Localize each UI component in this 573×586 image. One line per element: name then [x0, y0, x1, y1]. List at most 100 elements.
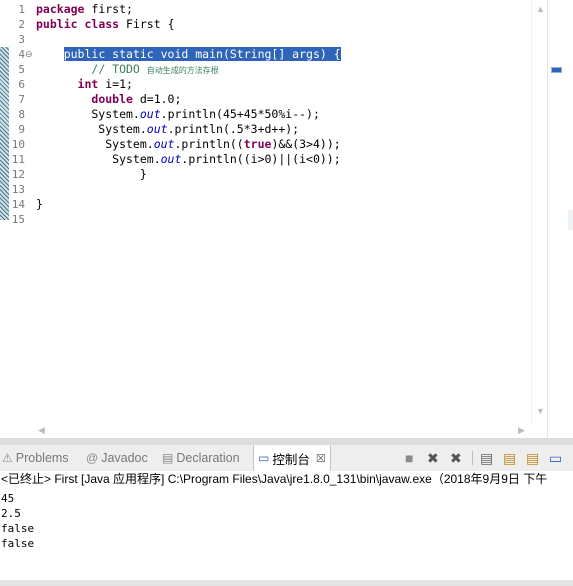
- close-icon[interactable]: ☒: [316, 452, 326, 465]
- code-token: package: [36, 2, 85, 16]
- line-number: 1: [18, 3, 25, 16]
- bottom-border: [0, 580, 573, 586]
- console-output[interactable]: <已终止> First [Java 应用程序] C:\Program Files…: [0, 471, 573, 580]
- scroll-lock-icon[interactable]: ▤: [503, 445, 516, 471]
- code-token: out: [139, 107, 161, 121]
- code-token: out: [146, 122, 168, 136]
- code-token: // TODO: [91, 62, 147, 76]
- code-token: First {: [119, 17, 175, 31]
- scroll-left-arrow-icon[interactable]: ◀: [38, 425, 45, 436]
- code-token: .println((: [174, 137, 244, 151]
- code-token: .println(45+45*50%i--);: [160, 107, 320, 121]
- line-number: 12: [11, 168, 25, 181]
- tab-console[interactable]: ▭ 控制台 ☒: [253, 445, 331, 471]
- bottom-panel-tabbar: ⚠ Problems @ Javadoc ▤ Declaration ▭ 控制台…: [0, 445, 573, 472]
- scroll-right-arrow-icon[interactable]: ▶: [518, 425, 525, 436]
- tab-label: Declaration: [176, 451, 240, 465]
- ruler-edge: [568, 210, 573, 230]
- code-line: public static void main(String[] args) {: [36, 47, 341, 62]
- scroll-down-arrow-icon[interactable]: ▼: [536, 406, 545, 416]
- panel-splitter[interactable]: [0, 438, 573, 445]
- code-line: package first;: [36, 2, 133, 17]
- fold-collapse-icon[interactable]: ⊖: [25, 47, 33, 62]
- tab-problems[interactable]: ⚠ Problems: [2, 445, 69, 471]
- line-number: 10: [11, 138, 25, 151]
- code-token: class: [84, 17, 120, 31]
- code-line: System.out.println(.5*3+d++);: [36, 122, 299, 137]
- line-number: 7: [18, 93, 25, 106]
- code-token: System.: [36, 107, 140, 121]
- code-token: 自动生成的方法存根: [146, 66, 219, 75]
- code-line: System.out.println(45+45*50%i--);: [36, 107, 320, 122]
- toolbar-separator: [472, 451, 473, 465]
- display-selected-console-icon[interactable]: ▭: [549, 445, 562, 471]
- tab-label: 控制台: [272, 452, 310, 467]
- line-number: 8: [18, 108, 25, 121]
- scroll-up-arrow-icon[interactable]: ▲: [536, 4, 545, 14]
- code-line: }: [36, 167, 147, 182]
- code-token: )&&(3>4));: [271, 137, 341, 151]
- terminate-icon[interactable]: ■: [405, 445, 413, 471]
- code-line: int i=1;: [36, 77, 133, 92]
- code-token: i=1;: [98, 77, 133, 91]
- tab-declaration[interactable]: ▤ Declaration: [162, 445, 240, 471]
- code-line: public class First {: [36, 17, 175, 32]
- occurrence-marker[interactable]: [551, 67, 562, 73]
- code-editor[interactable]: 1 2 3 4 5 6 7 8 9 10 11 12 13 14 15 ⊖ package first; pu…: [0, 0, 548, 438]
- line-number: 9: [18, 123, 25, 136]
- code-token: }: [36, 197, 43, 211]
- code-line: System.out.println((i>0)||(i<0));: [36, 152, 341, 167]
- code-line: // TODO 自动生成的方法存根: [36, 62, 219, 78]
- code-token: System.: [36, 122, 147, 136]
- code-token: .println((i>0)||(i<0));: [181, 152, 341, 166]
- line-number: 2: [18, 18, 25, 31]
- line-number: 13: [11, 183, 25, 196]
- editor-horizontal-scrollbar[interactable]: ◀ ▶: [36, 422, 531, 438]
- overview-ruler[interactable]: [547, 0, 573, 438]
- line-number: 3: [18, 33, 25, 46]
- code-token: double: [91, 92, 133, 106]
- line-number-gutter: 1 2 3 4 5 6 7 8 9 10 11 12 13 14 15 ⊖: [9, 0, 33, 438]
- at-icon: @: [86, 451, 99, 465]
- line-number: 11: [11, 153, 25, 166]
- remove-launch-icon[interactable]: ✖: [427, 445, 439, 471]
- code-line: double d=1.0;: [36, 92, 181, 107]
- code-line: }: [36, 197, 43, 212]
- console-icon: ▭: [258, 451, 270, 465]
- console-line: false: [1, 522, 35, 535]
- line-number: 6: [18, 78, 25, 91]
- line-number: 15: [11, 213, 25, 226]
- code-token: }: [36, 167, 147, 181]
- console-status: <已终止> First [Java 应用程序] C:\Program Files…: [1, 472, 548, 486]
- line-number: 14: [11, 198, 25, 211]
- declaration-icon: ▤: [162, 451, 174, 465]
- remove-all-terminated-icon[interactable]: ✖: [450, 445, 462, 471]
- code-token: int: [77, 77, 99, 91]
- code-token: public: [36, 17, 78, 31]
- tab-javadoc[interactable]: @ Javadoc: [86, 445, 148, 471]
- line-number: 5: [18, 63, 25, 76]
- code-token: first;: [84, 2, 133, 16]
- tab-label: Problems: [15, 451, 69, 465]
- word-wrap-icon[interactable]: ▤: [526, 445, 539, 471]
- line-number: 4: [18, 48, 25, 61]
- console-line: 2.5: [1, 507, 21, 520]
- console-line: 45: [1, 492, 15, 505]
- code-token: .println(.5*3+d++);: [167, 122, 300, 136]
- change-ruler: [0, 47, 9, 220]
- console-line: false: [1, 537, 35, 550]
- selected-code-token: public static void main(String[] args) {: [63, 47, 341, 61]
- code-token: System.: [36, 137, 154, 151]
- warning-icon: ⚠: [2, 451, 13, 465]
- code-token: d=1.0;: [132, 92, 182, 106]
- code-token: System.: [36, 152, 161, 166]
- code-line: System.out.println((true)&&(3>4));: [36, 137, 341, 152]
- code-token: out: [160, 152, 182, 166]
- clear-console-icon[interactable]: ▤: [480, 445, 493, 471]
- code-token: out: [153, 137, 175, 151]
- editor-vertical-scrollbar[interactable]: ▲ ▼: [531, 0, 548, 422]
- tab-label: Javadoc: [101, 451, 148, 465]
